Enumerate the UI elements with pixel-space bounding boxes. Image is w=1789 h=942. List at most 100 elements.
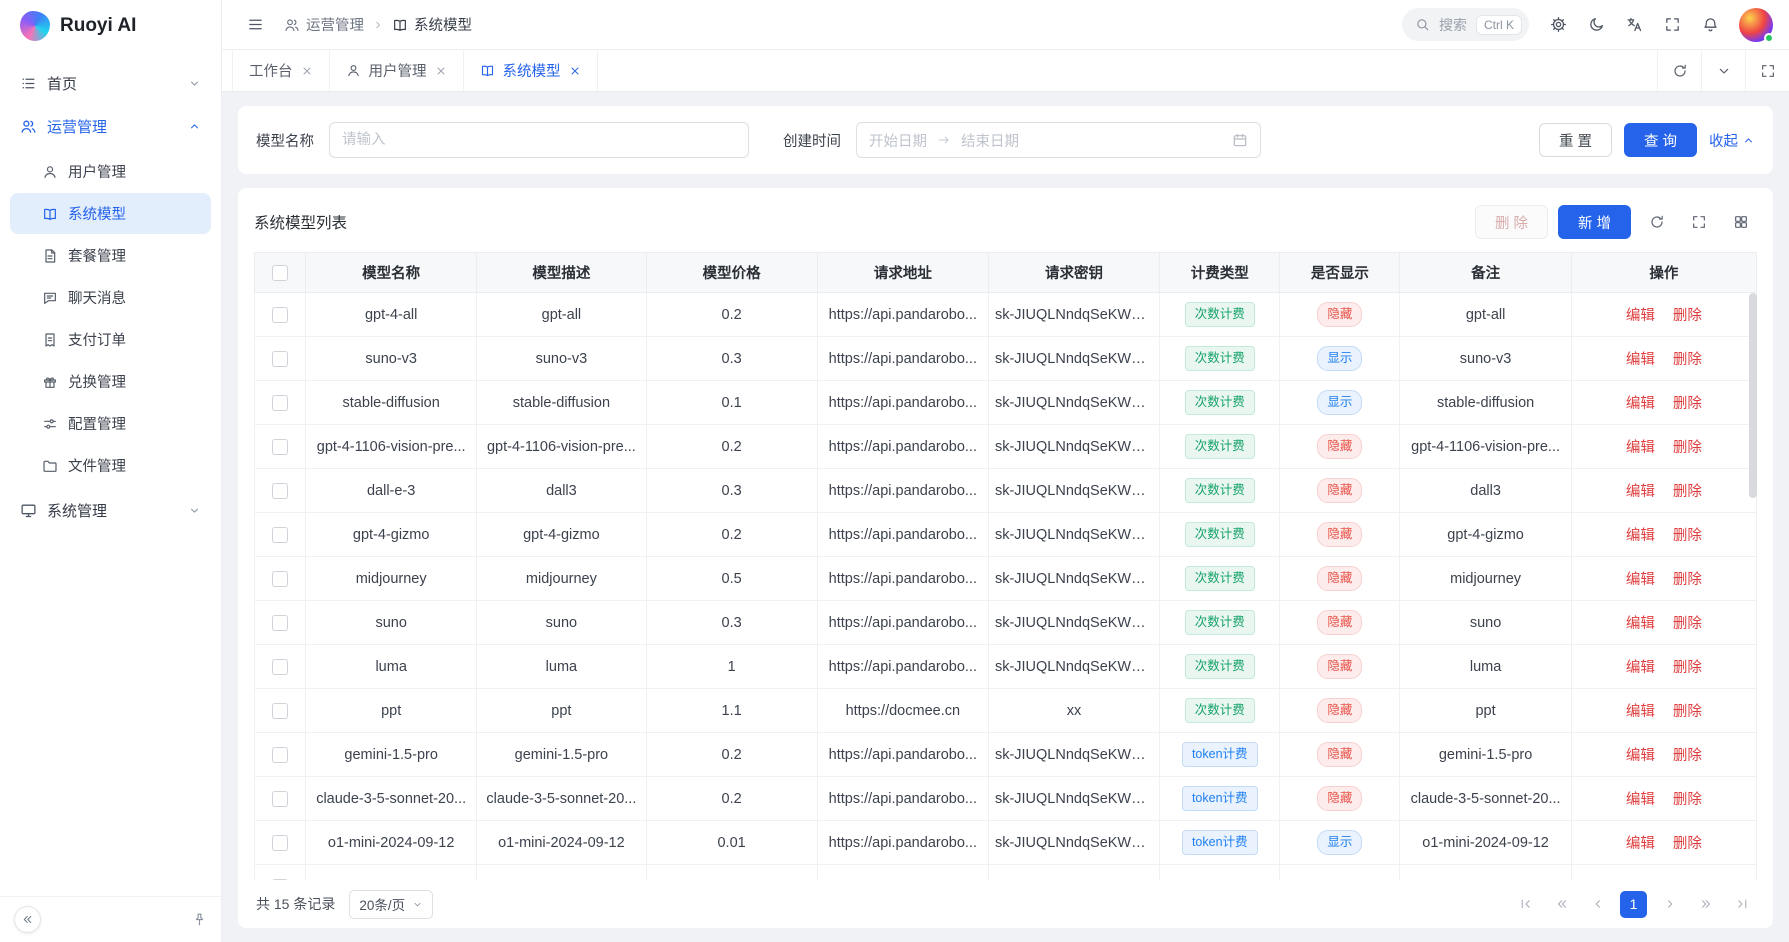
prev-page-button[interactable] [1584, 891, 1611, 918]
jump-forward-button[interactable] [1692, 891, 1719, 918]
sidebar-item-system-model[interactable]: 系统模型 [10, 193, 211, 234]
delete-link[interactable]: 删除 [1673, 528, 1702, 544]
sidebar-item-file-management[interactable]: 文件管理 [10, 445, 211, 486]
delete-link[interactable]: 删除 [1673, 660, 1702, 676]
cell-model-price: 0.3 [646, 601, 817, 645]
close-icon[interactable] [435, 65, 447, 77]
global-search-button[interactable]: 搜索 Ctrl K [1402, 8, 1529, 41]
column-settings-button[interactable] [1725, 206, 1757, 238]
delete-link[interactable]: 删除 [1673, 440, 1702, 456]
row-checkbox[interactable] [272, 483, 288, 499]
close-icon[interactable] [301, 65, 313, 77]
dark-mode-button[interactable] [1579, 8, 1613, 42]
sidebar-item-config-management[interactable]: 配置管理 [10, 403, 211, 444]
delete-link[interactable]: 删除 [1673, 748, 1702, 764]
notifications-button[interactable] [1693, 8, 1727, 42]
sidebar-item-system[interactable]: 系统管理 [10, 489, 211, 532]
model-name-input[interactable] [329, 122, 749, 158]
settings-button[interactable] [1541, 8, 1575, 42]
row-checkbox[interactable] [272, 879, 288, 880]
edit-link[interactable]: 编辑 [1626, 528, 1655, 544]
row-checkbox[interactable] [272, 395, 288, 411]
table-scrollbar[interactable] [1749, 293, 1757, 880]
edit-link[interactable]: 编辑 [1626, 352, 1655, 368]
tab-workbench[interactable]: 工作台 [232, 50, 330, 91]
user-avatar[interactable] [1739, 8, 1773, 42]
tab-user-management[interactable]: 用户管理 [330, 50, 464, 91]
sidebar-item-home[interactable]: 首页 [10, 62, 211, 105]
delete-link[interactable]: 删除 [1673, 572, 1702, 588]
page-size-select[interactable]: 20条/页 [349, 890, 433, 919]
edit-link[interactable]: 编辑 [1626, 704, 1655, 720]
row-checkbox[interactable] [272, 659, 288, 675]
breadcrumb-system-model[interactable]: 系统模型 [392, 14, 472, 35]
visibility-badge: 隐藏 [1317, 302, 1362, 328]
sidebar-item-payment-orders[interactable]: 支付订单 [10, 319, 211, 360]
column-header: 操作 [1571, 253, 1756, 293]
delete-link[interactable]: 删除 [1673, 704, 1702, 720]
row-checkbox[interactable] [272, 835, 288, 851]
row-checkbox[interactable] [272, 571, 288, 587]
edit-link[interactable]: 编辑 [1626, 616, 1655, 632]
table-fullscreen-button[interactable] [1683, 206, 1715, 238]
scrollbar-thumb[interactable] [1749, 293, 1757, 498]
first-page-button[interactable] [1512, 891, 1539, 918]
add-button[interactable]: 新 增 [1558, 205, 1631, 239]
edit-link[interactable]: 编辑 [1626, 836, 1655, 852]
table-row: o1-mini-2024-09-12 o1-mini-2024-09-12 0.… [255, 821, 1757, 865]
fullscreen-button[interactable] [1655, 8, 1689, 42]
select-all-checkbox[interactable] [272, 265, 288, 281]
edit-link[interactable]: 编辑 [1626, 660, 1655, 676]
edit-link[interactable]: 编辑 [1626, 748, 1655, 764]
next-page-button[interactable] [1656, 891, 1683, 918]
sidebar-item-redeem-management[interactable]: 兑换管理 [10, 361, 211, 402]
model-table: 模型名称 模型描述 模型价格 请求地址 请求密钥 计费类型 是否显示 备注 操作 [254, 252, 1757, 880]
row-checkbox[interactable] [272, 307, 288, 323]
row-checkbox[interactable] [272, 351, 288, 367]
sidebar-item-operations[interactable]: 运营管理 [10, 105, 211, 148]
tab-options-button[interactable] [1701, 50, 1745, 91]
current-page-button[interactable]: 1 [1620, 891, 1647, 918]
edit-link[interactable]: 编辑 [1626, 792, 1655, 808]
delete-link[interactable]: 删除 [1673, 792, 1702, 808]
language-button[interactable] [1617, 8, 1651, 42]
date-range-picker[interactable]: 开始日期 结束日期 [856, 122, 1261, 158]
row-checkbox[interactable] [272, 791, 288, 807]
delete-link[interactable]: 删除 [1673, 616, 1702, 632]
edit-link[interactable]: 编辑 [1626, 308, 1655, 324]
collapse-filter-link[interactable]: 收起 [1709, 130, 1755, 151]
app-logo[interactable]: Ruoyi AI [0, 0, 221, 52]
last-page-button[interactable] [1728, 891, 1755, 918]
batch-delete-button[interactable]: 删 除 [1475, 205, 1548, 239]
close-icon[interactable] [569, 65, 581, 77]
tab-system-model[interactable]: 系统模型 [464, 50, 598, 91]
sidebar-item-chat-messages[interactable]: 聊天消息 [10, 277, 211, 318]
menu-toggle-button[interactable] [238, 8, 272, 42]
delete-link[interactable]: 删除 [1673, 836, 1702, 852]
row-checkbox[interactable] [272, 703, 288, 719]
model-list-card: 系统模型列表 删 除 新 增 [238, 188, 1773, 928]
reset-button[interactable]: 重 置 [1539, 123, 1612, 157]
row-checkbox[interactable] [272, 527, 288, 543]
refresh-tab-button[interactable] [1657, 50, 1701, 91]
row-checkbox[interactable] [272, 747, 288, 763]
delete-link[interactable]: 删除 [1673, 484, 1702, 500]
refresh-table-button[interactable] [1641, 206, 1673, 238]
pin-icon[interactable] [192, 912, 207, 927]
edit-link[interactable]: 编辑 [1626, 484, 1655, 500]
breadcrumb-operations[interactable]: 运营管理 [284, 14, 364, 35]
query-button[interactable]: 查 询 [1624, 123, 1697, 157]
row-checkbox[interactable] [272, 439, 288, 455]
edit-link[interactable]: 编辑 [1626, 440, 1655, 456]
jump-back-button[interactable] [1548, 891, 1575, 918]
delete-link[interactable]: 删除 [1673, 396, 1702, 412]
row-checkbox[interactable] [272, 615, 288, 631]
delete-link[interactable]: 删除 [1673, 352, 1702, 368]
sidebar-item-package-management[interactable]: 套餐管理 [10, 235, 211, 276]
content-fullscreen-button[interactable] [1745, 50, 1789, 91]
edit-link[interactable]: 编辑 [1626, 396, 1655, 412]
sidebar-item-user-management[interactable]: 用户管理 [10, 151, 211, 192]
edit-link[interactable]: 编辑 [1626, 572, 1655, 588]
sidebar-collapse-button[interactable] [14, 906, 41, 933]
delete-link[interactable]: 删除 [1673, 308, 1702, 324]
